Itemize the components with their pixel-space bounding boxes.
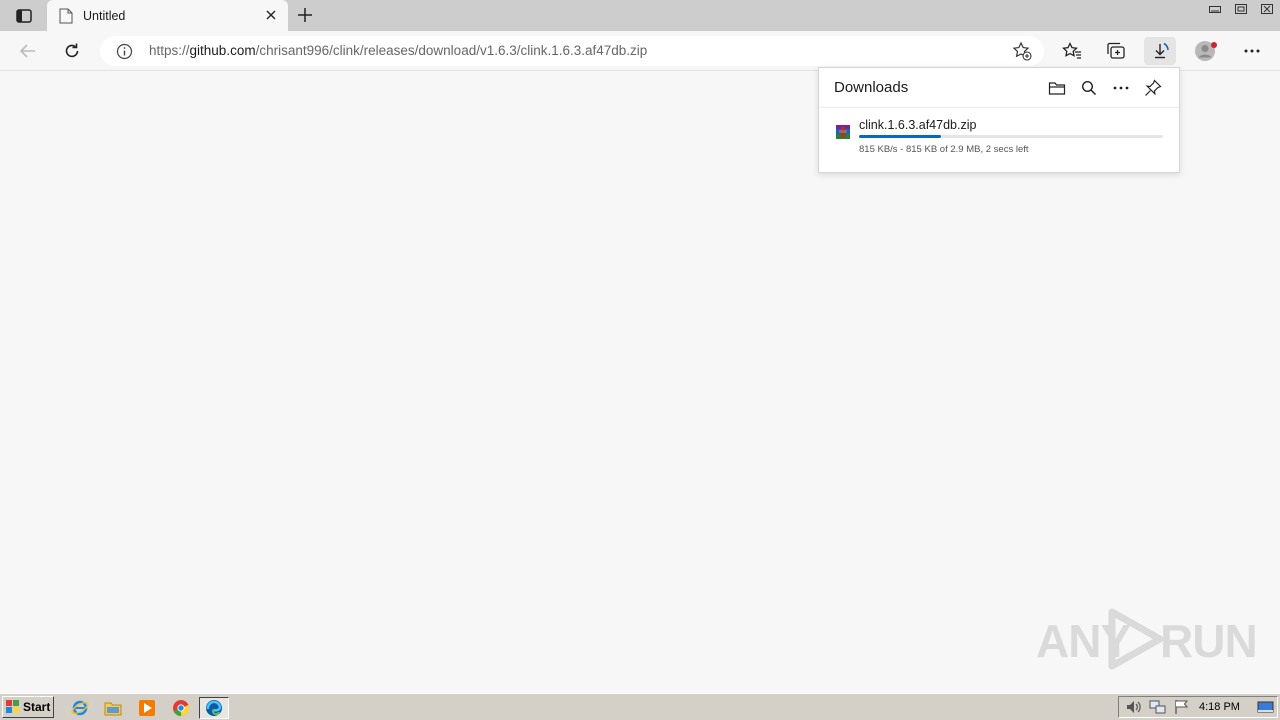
download-progress-bar [859,135,1163,138]
back-button[interactable] [12,37,44,65]
url-text[interactable]: https://github.com/chrisant996/clink/rel… [149,43,647,58]
tab-strip: Untitled [0,0,1280,31]
start-label: Start [23,700,51,714]
tab-actions-icon [16,9,32,23]
internet-explorer-icon [71,700,89,716]
favorites-icon [1062,42,1081,59]
tab-actions-button[interactable] [8,5,40,27]
profile-button[interactable] [1190,37,1222,65]
pin-downloads-button[interactable] [1143,78,1163,98]
restore-button[interactable] [1228,0,1254,17]
edge-icon [206,700,222,716]
windows-flag-icon [6,700,19,713]
address-bar[interactable]: https://github.com/chrisant996/clink/rel… [100,36,1044,66]
more-options-icon [1113,86,1129,90]
back-arrow-icon [19,44,35,58]
open-folder-button[interactable] [1047,78,1067,98]
refresh-icon [65,43,79,58]
download-item[interactable]: clink.1.6.3.af47db.zip 815 KB/s - 815 KB… [819,109,1179,173]
window-controls [1202,0,1280,17]
pin-icon [1145,79,1162,96]
close-window-button[interactable] [1254,0,1280,17]
anyrun-watermark: ANY RUN [1036,606,1258,672]
url-host: github.com [189,43,256,58]
system-tray: 4:18 PM [1118,696,1278,718]
site-info-icon[interactable] [116,43,133,60]
settings-more-button[interactable] [1236,37,1268,65]
taskbar: Start 4:18 PM [0,693,1280,720]
taskbar-media-player[interactable] [136,697,158,719]
downloads-button[interactable] [1144,37,1176,65]
taskbar-explorer[interactable] [102,697,124,719]
avatar-icon [1195,41,1217,61]
taskbar-internet-explorer[interactable] [69,697,91,719]
folder-icon [104,702,122,716]
collections-icon [1107,42,1125,59]
downloads-header: Downloads [819,68,1179,108]
download-progress-fill [859,135,942,138]
url-scheme: https:// [149,43,190,58]
winrar-archive-icon [836,125,850,139]
minimize-button[interactable] [1202,0,1228,17]
new-tab-icon[interactable] [296,6,314,24]
close-window-icon [1261,3,1273,14]
volume-icon[interactable] [1125,699,1143,715]
restore-icon [1235,3,1247,14]
close-tab-icon[interactable] [264,8,278,22]
taskbar-chrome[interactable] [170,697,192,719]
search-downloads-button[interactable] [1079,78,1099,98]
download-icon [1155,42,1169,59]
action-center-flag-icon[interactable] [1173,699,1191,715]
downloads-more-button[interactable] [1111,78,1131,98]
refresh-button[interactable] [56,37,88,65]
folder-icon [1048,82,1066,95]
search-icon [1081,80,1097,96]
play-logo-icon [1108,608,1164,670]
taskbar-clock[interactable]: 4:18 PM [1199,701,1240,713]
media-player-icon [139,700,155,716]
network-icon[interactable] [1149,699,1167,715]
tab-untitled[interactable]: Untitled [47,0,288,31]
start-button[interactable]: Start [2,696,54,718]
downloads-title: Downloads [834,79,909,96]
more-options-icon [1244,49,1260,53]
download-filename[interactable]: clink.1.6.3.af47db.zip [859,118,976,132]
collections-button[interactable] [1100,37,1132,65]
add-favorite-icon[interactable] [1012,41,1032,61]
watermark-text-right: RUN [1160,615,1258,667]
downloads-panel: Downloads clink.1.6.3.af47db.zip 815 KB/… [818,67,1180,173]
download-status: 815 KB/s - 815 KB of 2.9 MB, 2 secs left [859,144,1029,155]
tab-title: Untitled [83,8,126,23]
favorites-button[interactable] [1056,37,1088,65]
minimize-icon [1209,5,1221,13]
chrome-icon [173,700,190,717]
page-icon [59,8,73,23]
browser-toolbar: https://github.com/chrisant996/clink/rel… [0,31,1280,71]
url-path: /chrisant996/clink/releases/download/v1.… [255,43,648,58]
show-desktop-icon[interactable] [1257,699,1275,715]
taskbar-edge[interactable] [199,697,229,719]
